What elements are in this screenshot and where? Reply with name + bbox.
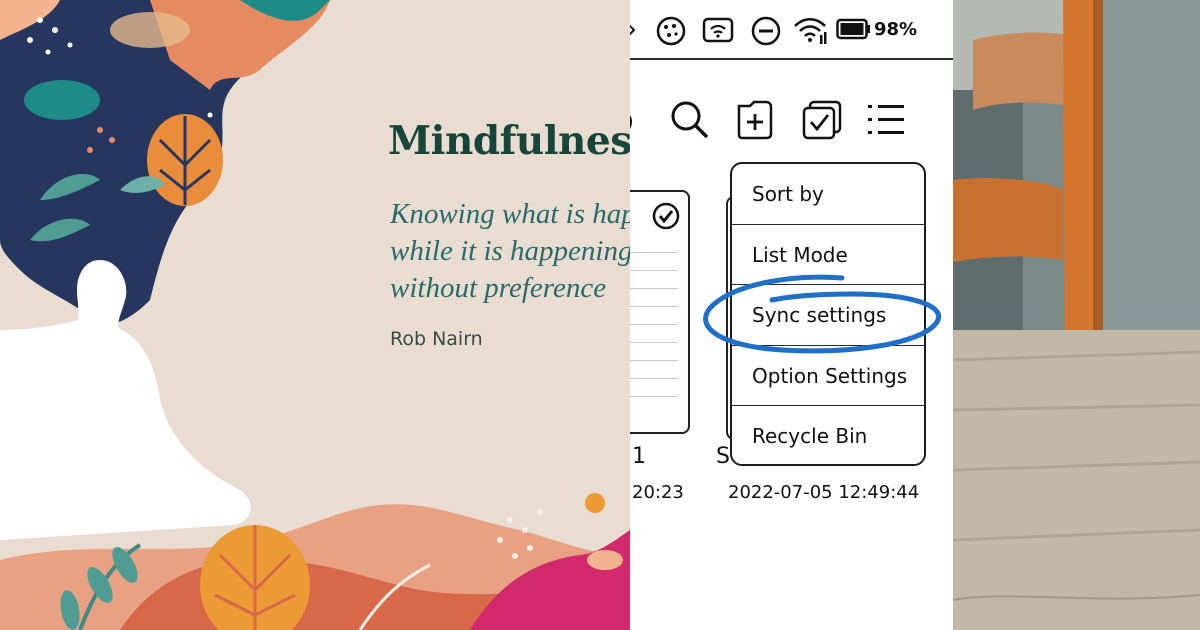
- status-bar: 98%: [630, 0, 953, 60]
- menu-list-icon[interactable]: [866, 102, 906, 138]
- menu-item-sync-settings[interactable]: Sync settings: [732, 285, 924, 346]
- battery-percentage: 98%: [874, 19, 918, 40]
- ereader-screen: 98% 1 S 20:23 2022-07-05 12:49:44 Sort b…: [630, 0, 953, 630]
- battery-icon: [836, 18, 870, 40]
- search-icon[interactable]: [670, 100, 710, 140]
- multi-select-icon[interactable]: [802, 100, 842, 140]
- file-date: 2022-07-05 12:49:44: [728, 482, 920, 503]
- do-not-disturb-icon: [751, 16, 781, 46]
- quote-line: while it is happening: [390, 235, 630, 267]
- file-card[interactable]: [630, 190, 690, 434]
- chair-photo: [953, 0, 1200, 630]
- mindfulness-poster: Mindfulness Knowing what is happening wh…: [0, 0, 630, 630]
- file-name: 1: [632, 444, 646, 469]
- menu-item-recycle-bin[interactable]: Recycle Bin: [732, 406, 924, 464]
- partial-toolbar-icon[interactable]: [630, 108, 638, 136]
- wifi-hotspot-icon: [702, 17, 734, 43]
- menu-item-list-mode[interactable]: List Mode: [732, 225, 924, 285]
- partial-icon: [630, 24, 636, 36]
- poster-quote: Knowing what is happening while it is ha…: [390, 196, 630, 307]
- menu-item-option-settings[interactable]: Option Settings: [732, 346, 924, 406]
- checkmark-icon[interactable]: [652, 202, 680, 230]
- file-date: 20:23: [632, 482, 684, 503]
- poster-illustration: [0, 0, 630, 630]
- options-menu: Sort by List Mode Sync settings Option S…: [730, 162, 926, 466]
- quote-line: Knowing what is happening: [390, 198, 630, 230]
- background-photo: [953, 0, 1200, 630]
- cookie-icon: [656, 16, 686, 46]
- menu-item-sort-by[interactable]: Sort by: [732, 164, 924, 225]
- quote-line: without preference: [390, 272, 607, 304]
- new-folder-icon[interactable]: [736, 100, 774, 140]
- poster-author: Rob Nairn: [390, 328, 483, 350]
- wifi-icon: [794, 18, 827, 44]
- poster-title: Mindfulness: [388, 118, 630, 164]
- file-name: S: [716, 444, 730, 469]
